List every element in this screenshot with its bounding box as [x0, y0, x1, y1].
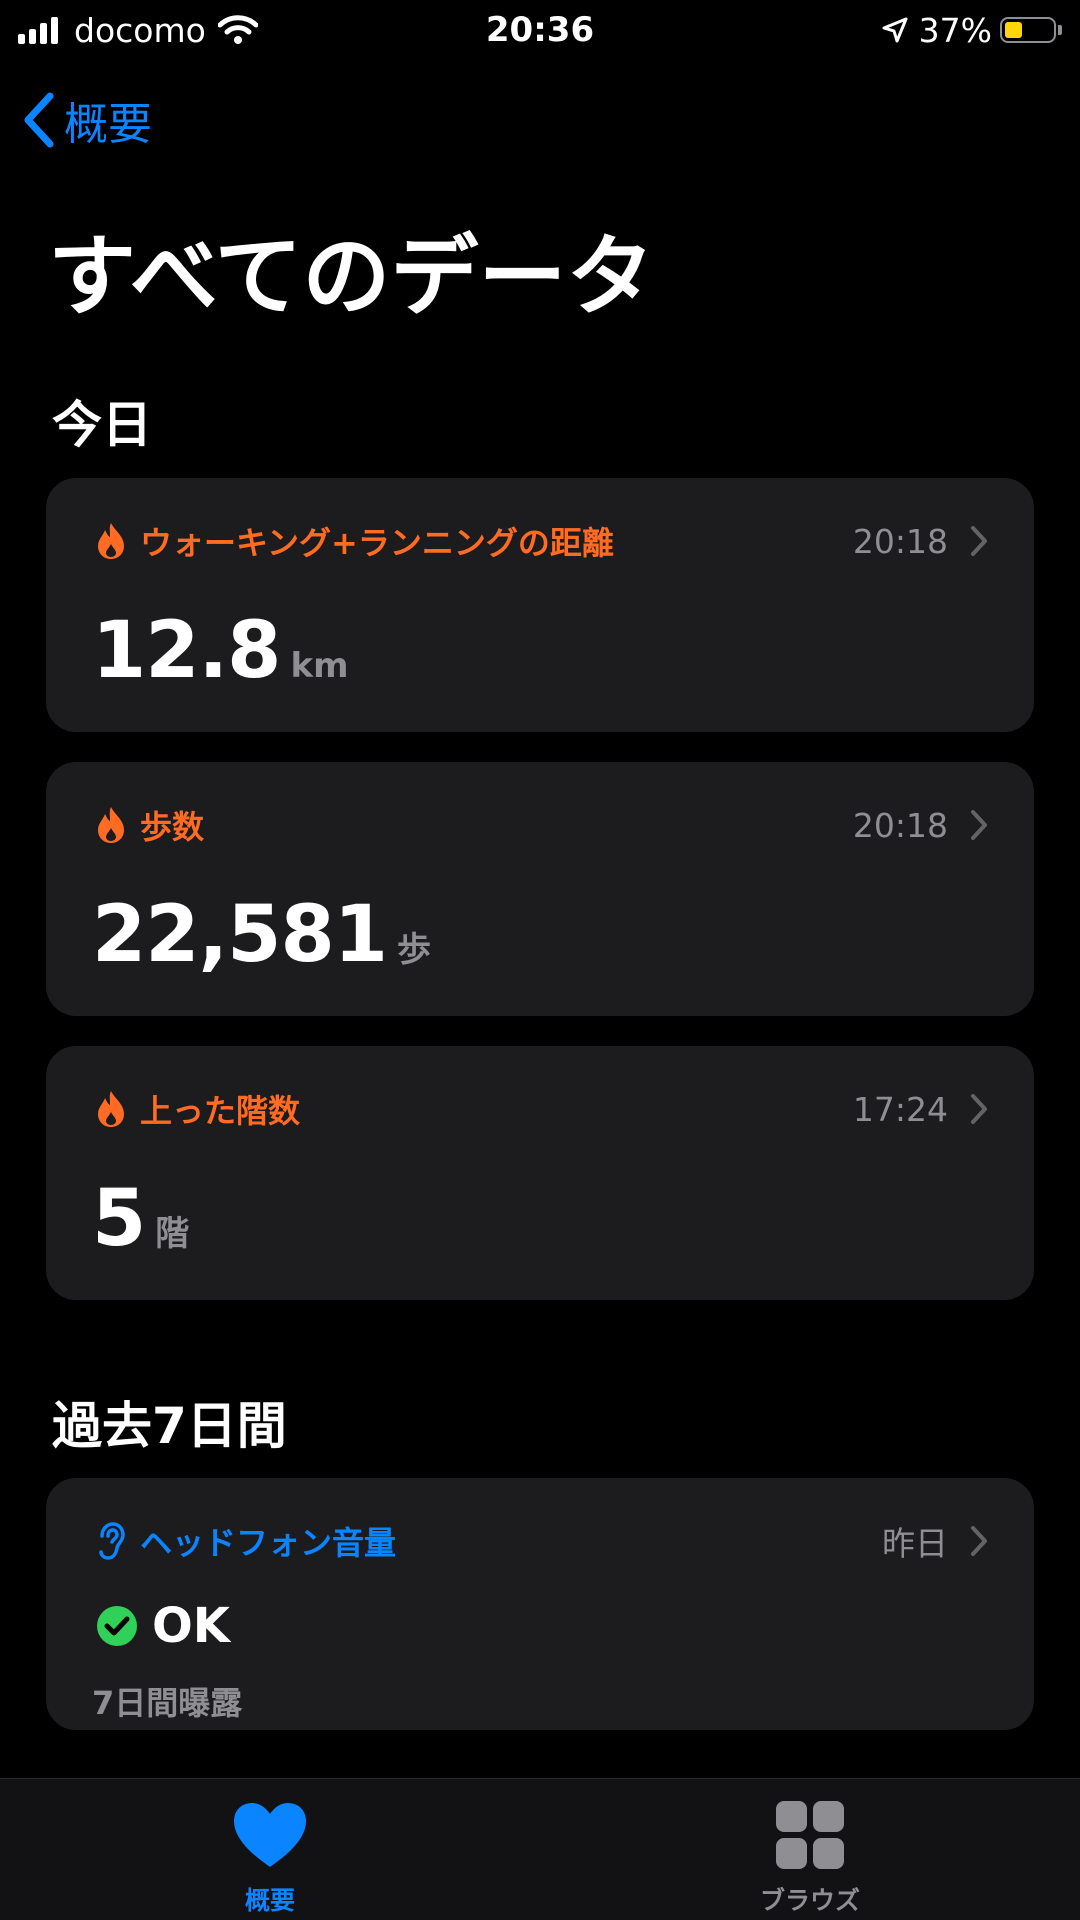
card-value: 5 階 [92, 1174, 189, 1264]
all-data-screen: docomo 20:36 37% 概要 すべてのデータ 今日 ウォーキング+ラン… [0, 0, 1080, 1920]
card-value: 12.8 km [92, 606, 349, 696]
card-value-number: 5 [92, 1174, 146, 1264]
back-button-label: 概要 [64, 99, 152, 150]
card-value-unit: 階 [155, 1214, 190, 1254]
card-title: 上った階数 [140, 1092, 301, 1130]
tab-browse[interactable]: ブラウズ [660, 1779, 960, 1920]
card-title: ウォーキング+ランニングの距離 [140, 524, 614, 562]
section-header-past-7-days: 過去7日間 [52, 1397, 287, 1455]
chevron-left-icon [24, 92, 54, 148]
card-walking-running-distance[interactable]: ウォーキング+ランニングの距離 20:18 12.8 km [46, 478, 1034, 732]
tab-bar: 概要 ブラウズ [0, 1778, 1080, 1920]
section-header-today: 今日 [52, 396, 152, 454]
card-timestamp: 昨日 [882, 1524, 948, 1563]
tab-label: ブラウズ [759, 1886, 860, 1915]
card-value-number: 12.8 [92, 606, 281, 696]
browse-grid-icon [774, 1797, 846, 1873]
card-timestamp: 20:18 [852, 521, 948, 561]
page-title: すべてのデータ [48, 225, 655, 328]
status-subtitle: 7日間曝露 [92, 1684, 243, 1722]
back-button[interactable]: 概要 [22, 90, 152, 150]
flame-icon [96, 521, 126, 561]
chevron-right-icon [971, 1526, 987, 1556]
battery-tip [1058, 25, 1062, 35]
card-header: ウォーキング+ランニングの距離 20:18 [96, 516, 988, 566]
heart-icon [232, 1797, 308, 1873]
flame-icon [96, 1089, 126, 1129]
chevron-right-icon [971, 526, 987, 556]
card-value: 22,581 歩 [92, 890, 431, 980]
card-value-unit: 歩 [397, 930, 431, 970]
status-label: OK [152, 1598, 230, 1654]
headphone-status: OK [96, 1598, 230, 1654]
card-header: 上った階数 17:24 [96, 1084, 988, 1134]
tab-summary[interactable]: 概要 [120, 1779, 420, 1920]
battery-percentage: 37% [918, 10, 992, 50]
card-title: 歩数 [140, 808, 205, 846]
checkmark-circle-icon [97, 1606, 137, 1646]
battery-level-fill [1005, 22, 1022, 38]
card-headphone-audio-levels[interactable]: ヘッドフォン音量 昨日 OK 7日間曝露 [46, 1478, 1034, 1730]
card-flights-climbed[interactable]: 上った階数 17:24 5 階 [46, 1046, 1034, 1300]
ear-icon [96, 1521, 126, 1561]
card-header: 歩数 20:18 [96, 800, 988, 850]
card-value-unit: km [290, 646, 349, 686]
chevron-right-icon [971, 1094, 987, 1124]
location-arrow-icon [882, 17, 908, 43]
card-title: ヘッドフォン音量 [140, 1524, 397, 1562]
card-timestamp: 17:24 [852, 1089, 948, 1129]
card-timestamp: 20:18 [852, 805, 948, 845]
status-bar: docomo 20:36 37% [0, 0, 1080, 62]
card-header: ヘッドフォン音量 昨日 [96, 1516, 988, 1566]
flame-icon [96, 805, 126, 845]
tab-label: 概要 [244, 1886, 295, 1915]
chevron-right-icon [971, 810, 987, 840]
card-value-number: 22,581 [92, 890, 388, 980]
battery-icon [1000, 17, 1056, 43]
status-bar-right: 37% [881, 8, 1062, 52]
card-steps[interactable]: 歩数 20:18 22,581 歩 [46, 762, 1034, 1016]
